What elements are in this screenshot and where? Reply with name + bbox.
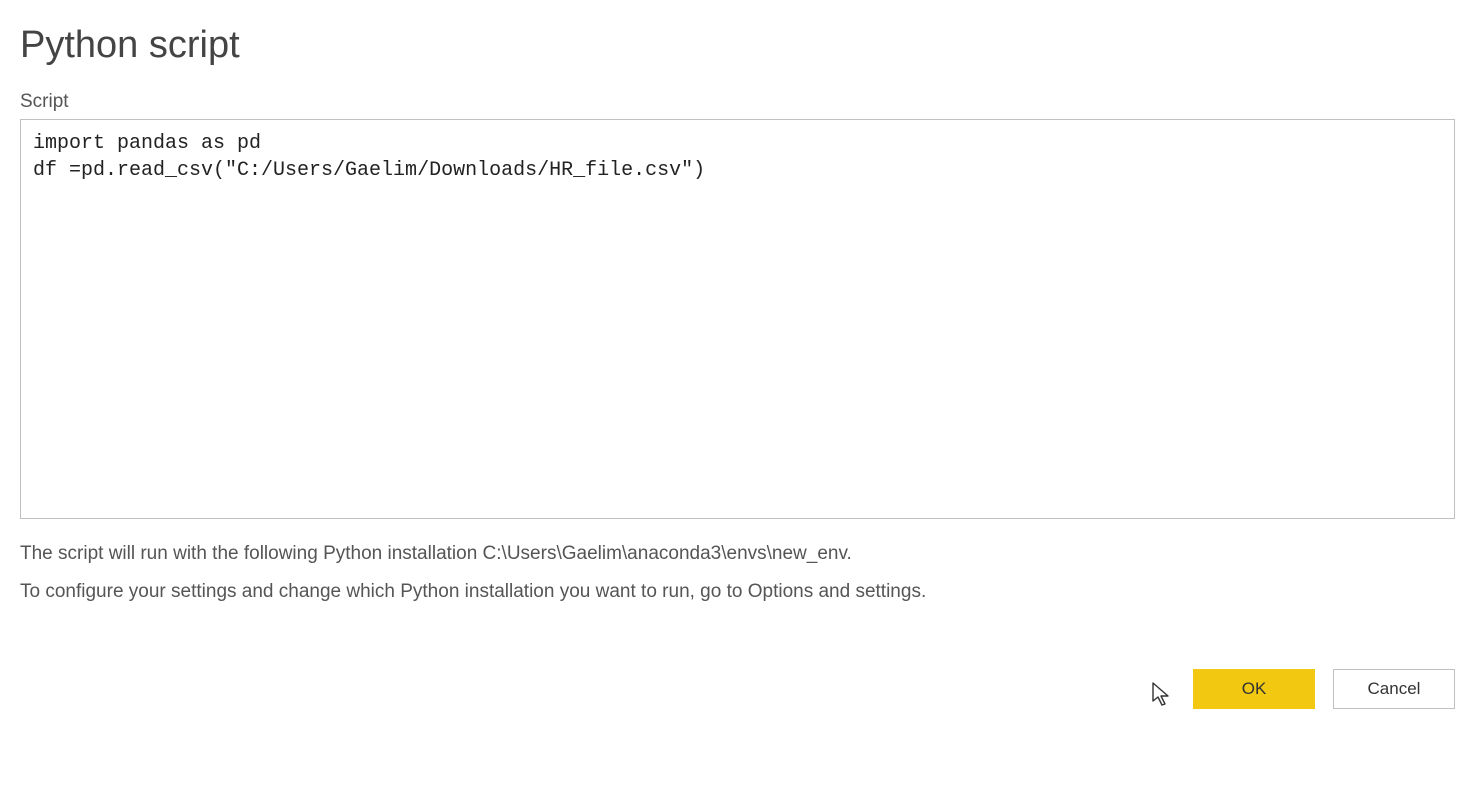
script-field-label: Script <box>20 91 1455 113</box>
ok-button[interactable]: OK <box>1193 669 1315 709</box>
dialog-title: Python script <box>20 24 1455 67</box>
installation-path-text: The script will run with the following P… <box>20 538 1455 570</box>
info-text-block: The script will run with the following P… <box>20 538 1455 609</box>
python-script-dialog: Python script Script The script will run… <box>20 24 1455 709</box>
dialog-button-row: OK Cancel <box>20 669 1455 709</box>
cancel-button[interactable]: Cancel <box>1333 669 1455 709</box>
script-textarea[interactable] <box>20 119 1455 519</box>
configure-settings-text: To configure your settings and change wh… <box>20 576 1455 608</box>
